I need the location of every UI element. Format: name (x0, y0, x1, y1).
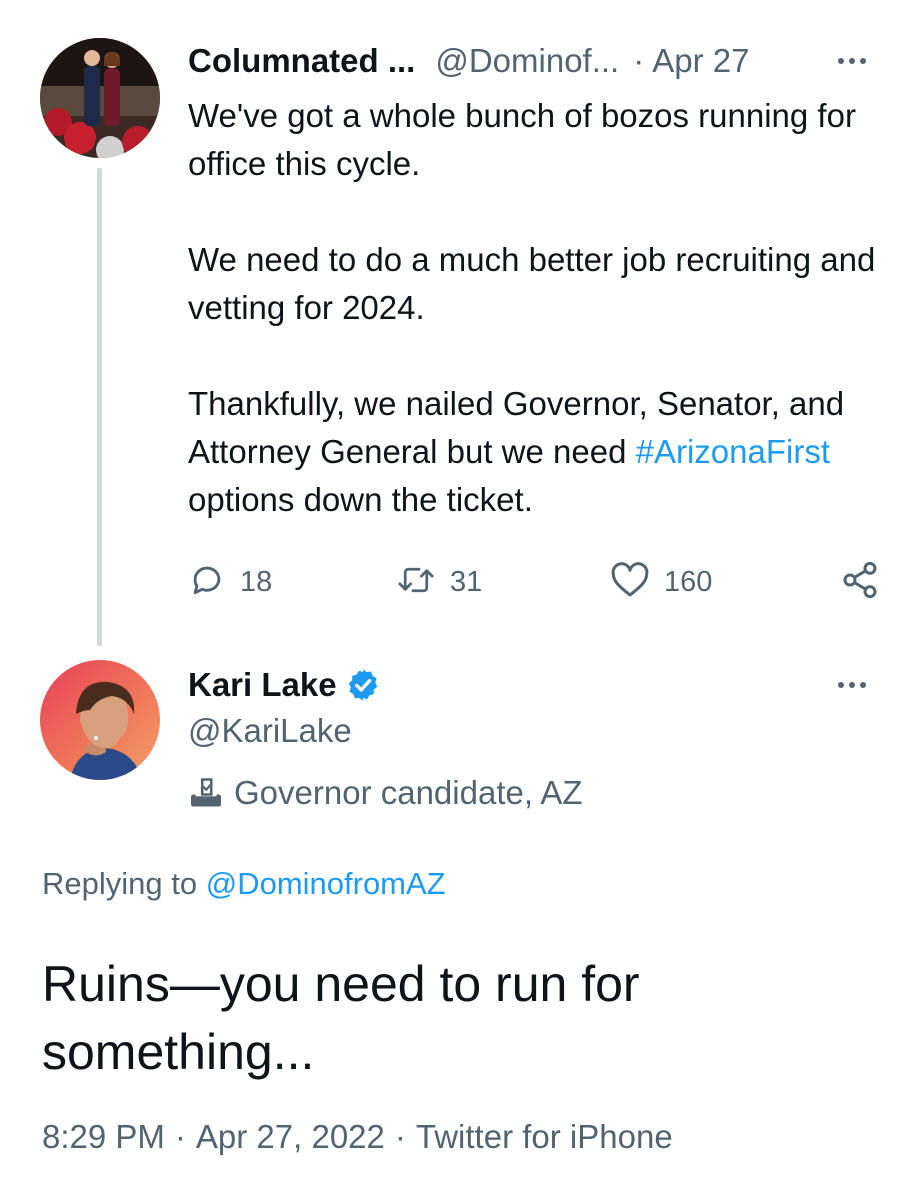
tweet-header: Columnated ... @Dominof... · Apr 27 (188, 38, 749, 84)
tweet-meta: 8:29 PM · Apr 27, 2022 · Twitter for iPhone (42, 1118, 673, 1156)
reply-author-name[interactable]: Kari Lake (188, 666, 337, 704)
reply-icon (188, 561, 226, 604)
reply-button[interactable]: 18 (188, 556, 272, 608)
avatar-columnated[interactable] (40, 38, 160, 158)
government-label: Governor candidate, AZ (188, 770, 583, 816)
tweet-full-date[interactable]: Apr 27, 2022 (196, 1118, 385, 1155)
tweet-date[interactable]: Apr 27 (652, 42, 749, 80)
government-label-text: Governor candidate, AZ (234, 774, 583, 811)
tweet-paragraph: We need to do a much better job recruiti… (188, 241, 876, 326)
share-button[interactable] (840, 556, 880, 608)
replying-to: Replying to @DominofromAZ (42, 866, 446, 902)
tweet-time[interactable]: 8:29 PM (42, 1118, 165, 1155)
share-icon (840, 560, 880, 605)
retweet-button[interactable]: 31 (396, 556, 482, 608)
header-separator: · (633, 42, 645, 79)
replying-prefix: Replying to (42, 866, 198, 901)
tweet-actions: 18 31 160 (188, 556, 888, 608)
reply-author-handle[interactable]: @KariLake (188, 712, 352, 750)
thread-line (97, 168, 102, 646)
like-count: 160 (664, 565, 713, 598)
verified-badge-icon (345, 667, 381, 703)
author-handle[interactable]: @Dominof... (435, 42, 619, 80)
retweet-count: 31 (450, 565, 483, 598)
tweet-paragraph: We've got a whole bunch of bozos running… (188, 97, 856, 182)
like-button[interactable]: 160 (610, 556, 712, 608)
tweet-body: We've got a whole bunch of bozos running… (188, 92, 898, 524)
meta-separator: · (174, 1118, 186, 1155)
retweet-icon (396, 561, 436, 604)
ballot-box-icon (188, 776, 224, 810)
like-icon (610, 561, 650, 604)
more-icon[interactable] (838, 58, 866, 64)
reply-more-icon[interactable] (838, 682, 866, 688)
reply-header: Kari Lake (188, 660, 381, 710)
meta-separator: · (394, 1118, 406, 1155)
reply-body: Ruins—you need to run for something... (42, 956, 640, 1080)
author-name[interactable]: Columnated ... (188, 42, 415, 80)
hashtag-link[interactable]: #ArizonaFirst (636, 433, 830, 470)
mention-link[interactable]: @DominofromAZ (206, 866, 446, 901)
tweet-paragraph-tail: options down the ticket. (188, 481, 533, 518)
reply-count: 18 (240, 565, 273, 598)
avatar-kari-lake[interactable] (40, 660, 160, 780)
tweet-source: Twitter for iPhone (415, 1118, 673, 1155)
tweet-paragraph-last: Thankfully, we nailed Governor, Senator,… (188, 380, 898, 524)
